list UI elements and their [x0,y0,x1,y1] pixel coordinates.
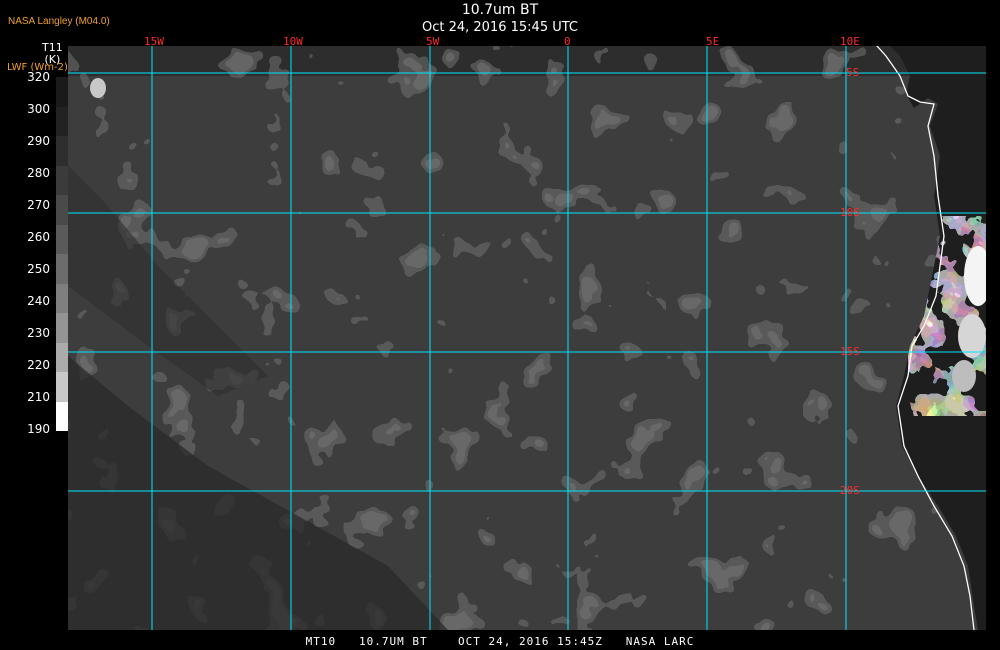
colorbar-tick-label: 190 [27,422,50,436]
map-canvas [68,0,986,631]
colorbar-tick-label: 210 [27,390,50,404]
colorbar-tick-label: 220 [27,358,50,372]
colorbar-tick-label: 320 [27,70,50,84]
bright-cloud-speck [90,78,106,98]
lon-label-5e: 5E [706,35,720,48]
colorbar-tick-label: 280 [27,166,50,180]
colorbar-tick-label: 250 [27,262,50,276]
lon-label-5w: 5W [426,35,440,48]
lon-label-0: 0 [564,35,571,48]
satellite-map[interactable] [68,0,986,631]
colorbar-tick-label: 270 [27,198,50,212]
colorbar-tick-label: 290 [27,134,50,148]
lat-label-20s: 20S [840,484,860,497]
lat-label-5s: 5S [846,66,860,79]
colorbar-tick-label: 230 [27,326,50,340]
lon-label-15w: 15W [144,35,164,48]
colorbar-tick-label: 260 [27,230,50,244]
image-timestamp: Oct 24, 2016 15:45 UTC [422,20,578,35]
footer-caption: MT10 10.7UM BT OCT 24, 2016 15:45Z NASA … [305,635,695,648]
lon-label-10w: 10W [283,35,303,48]
colorbar-tick-label: 300 [27,102,50,116]
lat-label-15s: 15S [840,345,860,358]
image-title: 10.7um BT [461,2,539,18]
lat-label-10s: 10S [840,206,860,219]
lon-label-10e: 10E [840,35,860,48]
colorbar-tick-label: 240 [27,294,50,308]
